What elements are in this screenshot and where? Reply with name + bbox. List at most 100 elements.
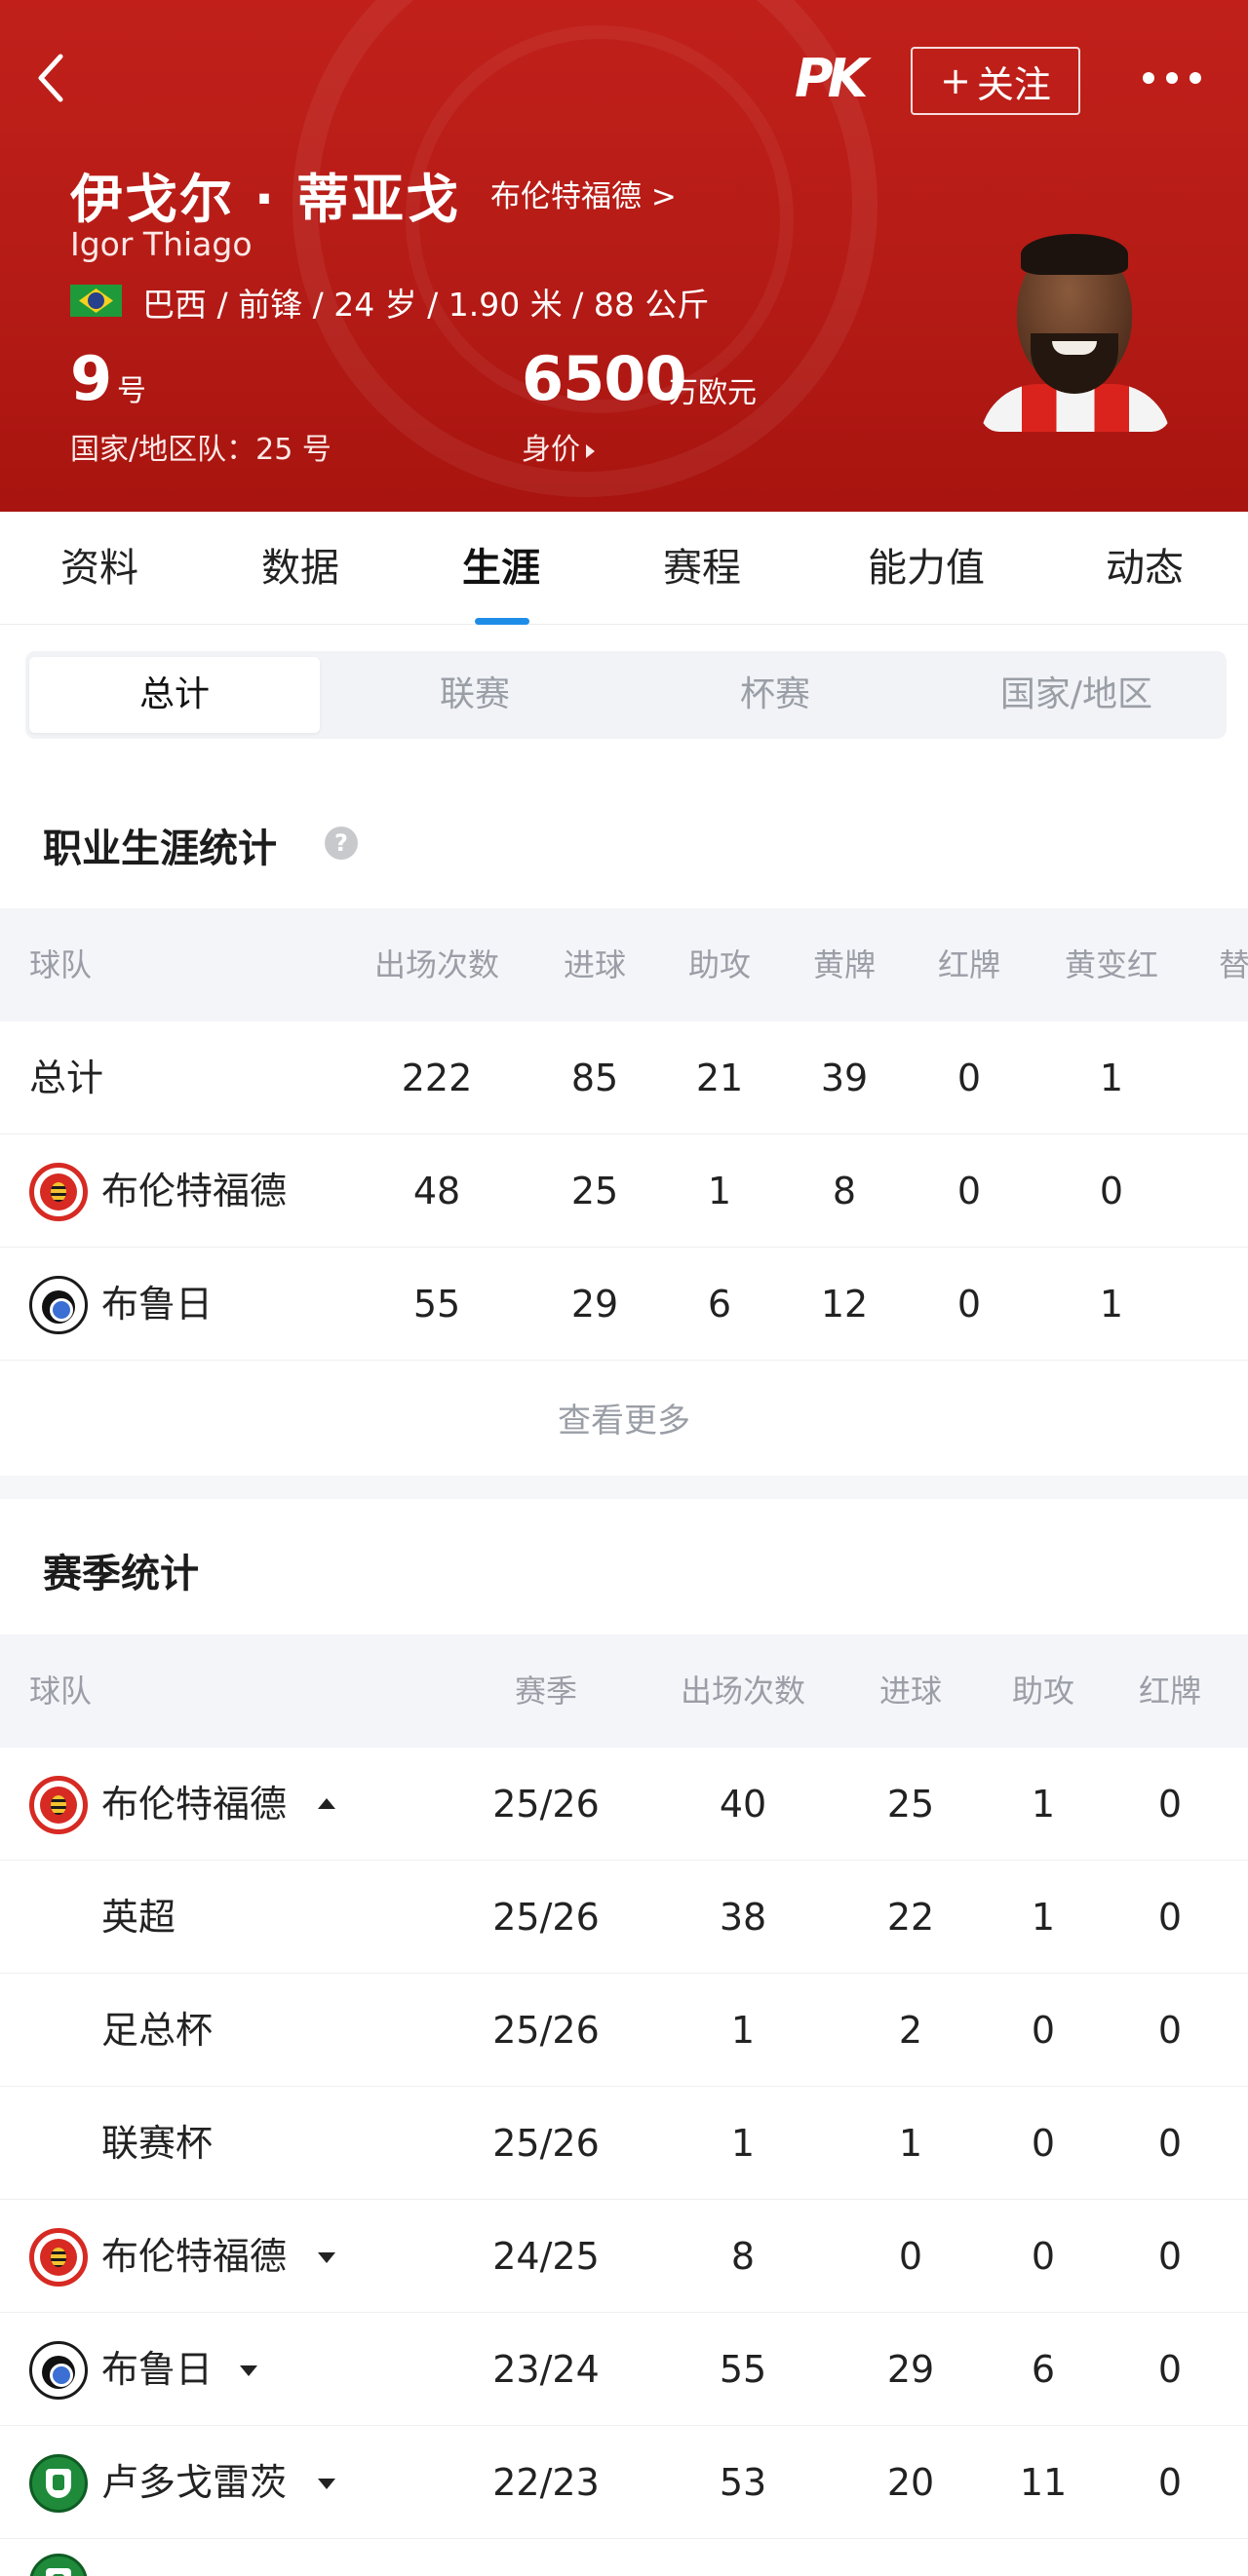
club-brugge-logo-icon bbox=[29, 1276, 88, 1334]
expand-caret-icon[interactable] bbox=[318, 2252, 335, 2263]
col-goals: 进球 bbox=[563, 946, 626, 983]
cell-appearances: 38 bbox=[719, 1896, 767, 1939]
subtab-national[interactable]: 国家/地区 bbox=[930, 657, 1223, 733]
season-row-brentford-2425[interactable]: 布伦特福德 24/25 8 0 0 0 bbox=[0, 2200, 1248, 2313]
cell-red: 0 bbox=[956, 1170, 982, 1212]
subtab-league[interactable]: 联赛 bbox=[330, 657, 620, 733]
cell-assists: 1 bbox=[1031, 1896, 1056, 1939]
club-crest-watermark bbox=[292, 0, 878, 497]
profile-tabs: 资料 数据 生涯 赛程 能力值 动态 bbox=[0, 512, 1248, 625]
cell-red: 0 bbox=[956, 1057, 982, 1099]
brentford-logo-icon bbox=[29, 2228, 88, 2287]
follow-button[interactable]: + 关注 bbox=[911, 47, 1080, 115]
col-sub: 替 bbox=[1219, 946, 1248, 983]
cell-second-yellow: 1 bbox=[1099, 1283, 1124, 1326]
cell-red: 0 bbox=[1157, 1783, 1183, 1826]
col-season: 赛季 bbox=[514, 1672, 577, 1710]
competition-name: 英超 bbox=[101, 1896, 176, 1939]
cell-goals: 1 bbox=[898, 2122, 923, 2165]
market-value-unit: 万欧元 bbox=[669, 376, 757, 410]
cell-season: 25/26 bbox=[492, 2122, 600, 2165]
tab-profile[interactable]: 资料 bbox=[33, 512, 166, 625]
player-avatar bbox=[980, 232, 1171, 432]
cell-red: 0 bbox=[1157, 1896, 1183, 1939]
col-appearances: 出场次数 bbox=[680, 1672, 805, 1710]
expand-caret-icon[interactable] bbox=[240, 2365, 257, 2376]
col-team: 球队 bbox=[29, 946, 93, 983]
team-name: 布伦特福德 bbox=[101, 1170, 288, 1212]
tab-stats[interactable]: 数据 bbox=[234, 512, 367, 625]
brentford-logo-icon bbox=[29, 1163, 88, 1221]
cell-appearances: 40 bbox=[719, 1783, 767, 1826]
ludogorets-logo-icon bbox=[29, 2454, 88, 2513]
team-name: 布伦特福德 bbox=[101, 2235, 288, 2278]
cell-red: 0 bbox=[1157, 2461, 1183, 2504]
cell-season: 24/25 bbox=[492, 2235, 600, 2278]
cell-second-yellow: 1 bbox=[1099, 1057, 1124, 1099]
market-value-link[interactable]: 身价 bbox=[522, 425, 595, 468]
more-options-icon[interactable] bbox=[1143, 68, 1201, 88]
col-goals: 进球 bbox=[878, 1672, 942, 1710]
tab-news[interactable]: 动态 bbox=[1078, 512, 1211, 625]
cell-goals: 85 bbox=[570, 1057, 619, 1099]
cell-yellow: 8 bbox=[832, 1170, 857, 1212]
subtab-cup[interactable]: 杯赛 bbox=[630, 657, 920, 733]
competition-name: 联赛杯 bbox=[101, 2122, 214, 2165]
cell-season: 25/26 bbox=[492, 1896, 600, 1939]
team-name: 布鲁日 bbox=[101, 1283, 214, 1326]
player-name: 伊戈尔 · 蒂亚戈 bbox=[70, 169, 461, 230]
subtab-total[interactable]: 总计 bbox=[29, 657, 320, 733]
col-red: 红牌 bbox=[937, 946, 1000, 983]
career-row-brugge[interactable]: 布鲁日 55 29 6 12 0 1 bbox=[0, 1248, 1248, 1361]
col-red: 红牌 bbox=[1138, 1672, 1201, 1710]
cell-goals: 29 bbox=[886, 2348, 935, 2391]
team-name: 布伦特福德 bbox=[101, 1783, 288, 1826]
see-more-button[interactable]: 查看更多 bbox=[0, 1366, 1248, 1476]
cell-appearances: 1 bbox=[730, 2122, 756, 2165]
cell-red: 0 bbox=[1157, 2122, 1183, 2165]
season-row-league-cup: 联赛杯 25/26 1 1 0 0 bbox=[0, 2087, 1248, 2200]
player-header: PK + 关注 伊戈尔 · 蒂亚戈 布伦特福德 > Igor Thiago 巴西… bbox=[0, 0, 1248, 512]
season-stats-title: 赛季统计 bbox=[43, 1552, 199, 1596]
career-filter-tabs: 总计 联赛 杯赛 国家/地区 bbox=[25, 651, 1227, 739]
tab-career[interactable]: 生涯 bbox=[435, 512, 567, 625]
back-arrow-icon[interactable] bbox=[27, 49, 76, 107]
cell-appearances: 8 bbox=[730, 2235, 756, 2278]
cell-appearances: 55 bbox=[412, 1283, 461, 1326]
career-row-brentford[interactable]: 布伦特福德 48 25 1 8 0 0 bbox=[0, 1134, 1248, 1248]
col-second-yellow: 黄变红 bbox=[1064, 946, 1158, 983]
help-icon[interactable]: ? bbox=[325, 827, 358, 860]
cell-season: 25/26 bbox=[492, 1783, 600, 1826]
national-team-number: 国家/地区队：25 号 bbox=[70, 433, 332, 467]
cell-goals: 2 bbox=[898, 2009, 923, 2052]
cell-red: 0 bbox=[1157, 2235, 1183, 2278]
cell-goals: 0 bbox=[898, 2235, 923, 2278]
cell-goals: 29 bbox=[570, 1283, 619, 1326]
cell-assists: 6 bbox=[707, 1283, 732, 1326]
plus-icon: + bbox=[940, 59, 971, 102]
club-link[interactable]: 布伦特福德 > bbox=[490, 172, 677, 215]
market-value: 6500 bbox=[522, 343, 687, 414]
collapse-caret-icon[interactable] bbox=[318, 1798, 335, 1809]
season-row-ludogorets-2223[interactable]: 卢多戈雷茨 22/23 53 20 11 0 bbox=[0, 2426, 1248, 2539]
cell-assists: 21 bbox=[695, 1057, 744, 1099]
cell-appearances: 222 bbox=[401, 1057, 473, 1099]
cell-red: 0 bbox=[1157, 2009, 1183, 2052]
brentford-logo-icon bbox=[29, 1776, 88, 1834]
col-appearances: 出场次数 bbox=[373, 946, 499, 983]
cell-assists: 0 bbox=[1031, 2009, 1056, 2052]
tab-ability[interactable]: 能力值 bbox=[848, 512, 1004, 625]
cell-red: 0 bbox=[1157, 2348, 1183, 2391]
season-table-header: 球队 赛季 出场次数 进球 助攻 红牌 bbox=[0, 1634, 1248, 1748]
season-row-brugge-2324[interactable]: 布鲁日 23/24 55 29 6 0 bbox=[0, 2313, 1248, 2426]
tab-schedule[interactable]: 赛程 bbox=[636, 512, 768, 625]
cell-season: 23/24 bbox=[492, 2348, 600, 2391]
active-tab-indicator bbox=[475, 618, 529, 625]
season-row-brentford-2526[interactable]: 布伦特福德 25/26 40 25 1 0 bbox=[0, 1748, 1248, 1861]
col-team: 球队 bbox=[29, 1672, 93, 1710]
follow-label: 关注 bbox=[976, 62, 1051, 106]
col-assists: 助攻 bbox=[687, 946, 751, 983]
cell-appearances: 48 bbox=[412, 1170, 461, 1212]
expand-caret-icon[interactable] bbox=[318, 2479, 335, 2489]
ludogorets-logo-icon bbox=[29, 2554, 88, 2576]
